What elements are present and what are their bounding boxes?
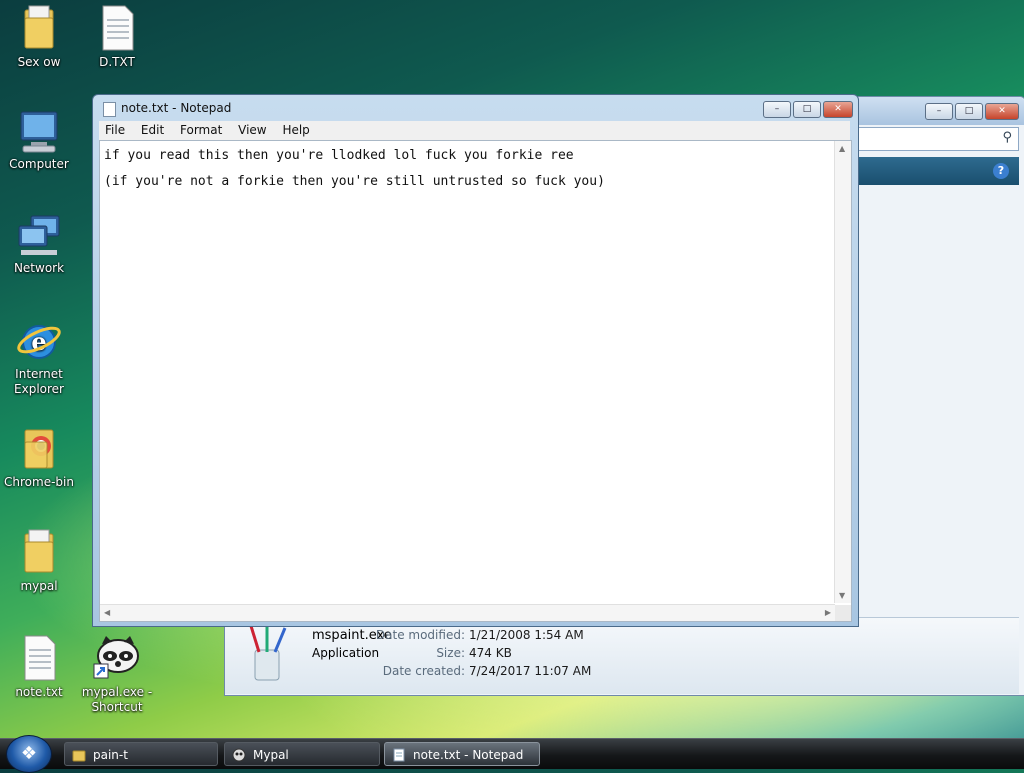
mypal-icon [232, 748, 246, 762]
taskbar-item-notepad[interactable]: note.txt - Notepad [384, 742, 540, 766]
notepad-window[interactable]: note.txt - Notepad – □ ✕ File Edit Forma… [92, 94, 859, 627]
desktop-icon-chrome-bin[interactable]: Chrome-bin [0, 424, 78, 490]
desktop-icon-label: Computer [9, 157, 69, 171]
explorer-close-button[interactable]: ✕ [985, 103, 1019, 120]
size-grip[interactable] [835, 605, 851, 621]
vertical-scrollbar[interactable]: ▲ ▼ [834, 141, 851, 603]
details-size-label: Size: [436, 646, 465, 660]
internet-explorer-icon: e [17, 325, 61, 359]
desktop-icon-mypal-shortcut[interactable]: mypal.exe - Shortcut [78, 634, 156, 715]
help-icon[interactable]: ? [993, 163, 1009, 179]
computer-icon [20, 111, 58, 153]
desktop-icon-label: Network [13, 261, 65, 275]
details-date-modified: 1/21/2008 1:54 AM [469, 628, 584, 642]
start-button[interactable]: ❖ [6, 735, 52, 773]
desktop-icon-label: note.txt [15, 685, 63, 699]
desktop-icon-label: Internet Explorer [14, 367, 64, 396]
text-file-icon [102, 5, 134, 51]
raccoon-icon [93, 636, 139, 679]
notepad-titlebar[interactable]: note.txt - Notepad – □ ✕ [93, 95, 858, 121]
taskbar-item-mypal[interactable]: Mypal [224, 742, 380, 766]
details-date-modified-label: Date modified: [375, 628, 465, 642]
notepad-minimize-button[interactable]: – [763, 101, 791, 118]
desktop-icon-label: D.TXT [99, 55, 135, 69]
folder-icon [24, 429, 54, 469]
details-date-created-label: Date created: [382, 664, 465, 678]
notepad-icon [103, 102, 116, 117]
desktop-icon-mypal[interactable]: mypal [0, 528, 78, 594]
desktop-icon-label: mypal.exe - Shortcut [81, 685, 153, 714]
folder-icon [24, 5, 54, 49]
notepad-maximize-button[interactable]: □ [793, 101, 821, 118]
menu-edit[interactable]: Edit [135, 121, 170, 137]
windows-logo-icon: ❖ [20, 743, 38, 764]
menu-format[interactable]: Format [174, 121, 228, 137]
notepad-text-content[interactable]: if you read this then you're llodked lol… [104, 143, 605, 195]
desktop-icon-d-txt[interactable]: D.TXT [78, 4, 156, 70]
taskbar: ❖ pain-t Mypal note.txt - Notepad [0, 735, 1024, 773]
explorer-maximize-button[interactable]: □ [955, 103, 983, 120]
details-file-type: Application [312, 646, 380, 660]
desktop-icon-note-txt[interactable]: note.txt [0, 634, 78, 700]
folder-icon [72, 750, 86, 762]
menu-view[interactable]: View [232, 121, 272, 137]
taskbar-item-label: Mypal [253, 748, 289, 762]
scroll-left-icon[interactable]: ◀ [104, 608, 110, 617]
horizontal-scrollbar[interactable]: ◀ ▶ [100, 604, 835, 621]
taskbar-item-label: note.txt - Notepad [413, 748, 524, 762]
taskbar-item-label: pain-t [93, 748, 128, 762]
scroll-right-icon[interactable]: ▶ [825, 608, 831, 617]
desktop-icon-internet-explorer[interactable]: e Internet Explorer [0, 318, 78, 397]
text-line: if you read this then you're llodked lol… [104, 148, 574, 163]
desktop-icon-label: mypal [20, 579, 58, 593]
notepad-close-button[interactable]: ✕ [823, 101, 853, 118]
taskbar-item-pain-t[interactable]: pain-t [64, 742, 218, 766]
text-line: (if you're not a forkie then you're stil… [104, 174, 605, 189]
notepad-menubar: File Edit Format View Help [99, 121, 850, 140]
network-icon [18, 215, 60, 255]
desktop-icon-sex-ow[interactable]: Sex ow [0, 4, 78, 70]
desktop-icon-network[interactable]: Network [0, 214, 78, 276]
menu-file[interactable]: File [99, 121, 131, 137]
notepad-title: note.txt - Notepad [121, 101, 232, 115]
explorer-minimize-button[interactable]: – [925, 103, 953, 120]
scroll-down-icon[interactable]: ▼ [839, 591, 845, 600]
paint-brushes-icon [249, 624, 287, 681]
desktop-icon-label: Chrome-bin [4, 475, 74, 489]
desktop-icon-computer[interactable]: Computer [0, 110, 78, 172]
details-date-created: 7/24/2017 11:07 AM [469, 664, 592, 678]
notepad-text-area[interactable]: if you read this then you're llodked lol… [99, 140, 852, 622]
search-icon: ⚲ [1002, 130, 1012, 145]
notepad-icon [393, 748, 405, 762]
desktop-icon-label: Sex ow [17, 55, 61, 69]
menu-help[interactable]: Help [276, 121, 315, 137]
details-size: 474 KB [469, 646, 512, 660]
scroll-up-icon[interactable]: ▲ [839, 144, 845, 153]
explorer-details-pane: mspaint.exe Application Date modified: 1… [225, 617, 1019, 694]
text-file-icon [24, 635, 56, 681]
folder-icon [24, 529, 54, 573]
